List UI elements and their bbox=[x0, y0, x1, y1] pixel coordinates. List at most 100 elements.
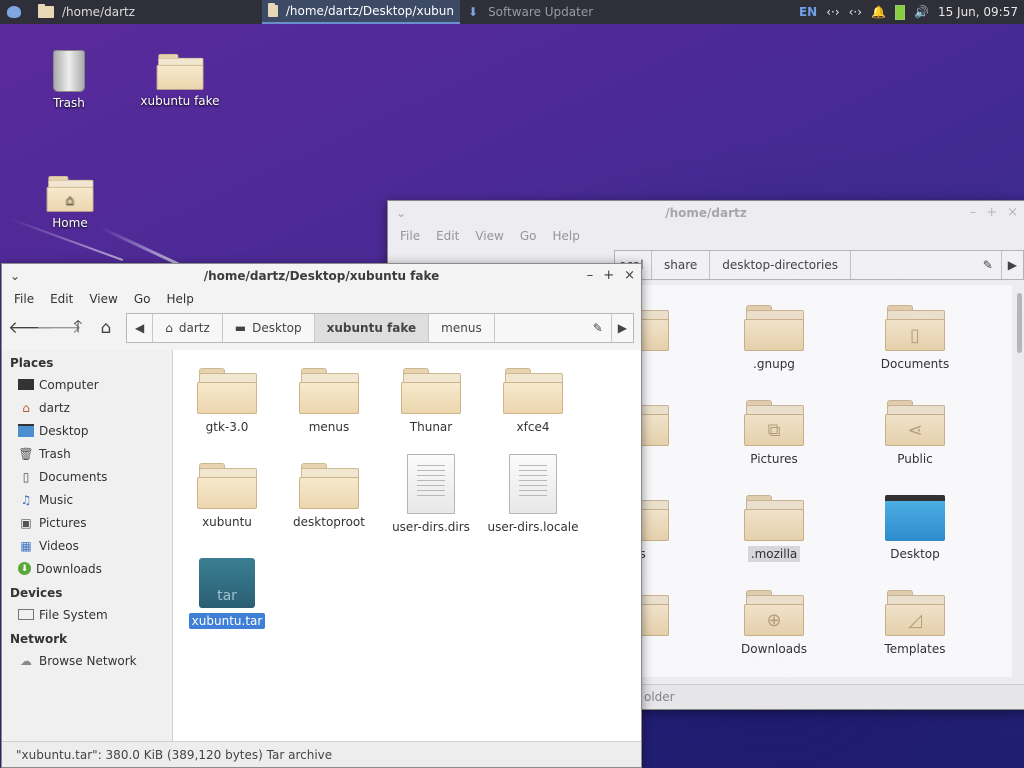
menu-file[interactable]: File bbox=[6, 292, 42, 306]
scrollbar[interactable] bbox=[1017, 293, 1022, 353]
sidebar-header-places: Places bbox=[10, 356, 54, 370]
file-item-gnupg[interactable]: .gnupg bbox=[723, 305, 825, 371]
edit-path-icon[interactable]: ✎ bbox=[585, 314, 612, 342]
minimize-button[interactable]: – bbox=[587, 268, 594, 283]
path-bar: ocal share desktop-directories ✎ ▶ bbox=[614, 250, 1024, 280]
menu-file[interactable]: File bbox=[392, 229, 428, 243]
maximize-button[interactable]: + bbox=[986, 205, 997, 220]
text-file-icon bbox=[380, 454, 482, 514]
path-back-icon[interactable]: ◀ bbox=[127, 314, 154, 342]
path-segment[interactable]: share bbox=[652, 251, 711, 279]
path-segment-xubuntu-fake[interactable]: xubuntu fake bbox=[314, 314, 430, 342]
desktop-icon-home[interactable]: ⌂ Home bbox=[25, 176, 115, 230]
file-item-user-dirs-dirs[interactable]: user-dirs.dirs bbox=[380, 454, 482, 534]
menu-view[interactable]: View bbox=[81, 292, 125, 306]
home-icon: ⌂ bbox=[22, 400, 30, 415]
monitor-icon bbox=[18, 379, 34, 390]
file-item-menus[interactable]: menus bbox=[278, 368, 380, 434]
sidebar-item-music[interactable]: ♫ Music bbox=[2, 488, 172, 511]
path-segment-desktop[interactable]: ▬ Desktop bbox=[223, 314, 315, 342]
network-icon[interactable]: ‹·› bbox=[826, 5, 839, 19]
videos-icon: ▦ bbox=[20, 538, 32, 553]
path-forward-icon[interactable]: ▶ bbox=[1002, 251, 1023, 279]
sidebar-item-dartz[interactable]: ⌂ dartz bbox=[2, 396, 172, 419]
task-xubuntu-fake[interactable]: /home/dartz/Desktop/xubun bbox=[262, 0, 460, 24]
file-item-downloads[interactable]: ⊕ Downloads bbox=[723, 590, 825, 656]
sidebar-item-videos[interactable]: ▦ Videos bbox=[2, 534, 172, 557]
maximize-button[interactable]: + bbox=[603, 268, 614, 283]
folder-icon bbox=[268, 3, 278, 17]
file-item-templates[interactable]: ◿ Templates bbox=[864, 590, 966, 656]
battery-icon[interactable] bbox=[895, 4, 905, 20]
sidebar-item-documents[interactable]: ▯ Documents bbox=[2, 465, 172, 488]
downloads-icon: ⬇ bbox=[18, 562, 31, 575]
sidebar: Places Computer ⌂ dartz Desktop 🗑 Trash ▯ D… bbox=[2, 350, 173, 742]
file-item-documents[interactable]: ▯ Documents bbox=[864, 305, 966, 371]
file-item-pictures[interactable]: ⧉ Pictures bbox=[723, 400, 825, 466]
clock[interactable]: 15 Jun, 09:57 bbox=[938, 5, 1018, 19]
task-home-dartz[interactable]: /home/dartz bbox=[28, 0, 228, 24]
menu-bar: File Edit View Go Help bbox=[388, 225, 1024, 247]
menu-edit[interactable]: Edit bbox=[428, 229, 467, 243]
home-icon[interactable]: ⌂ bbox=[92, 318, 120, 338]
file-item-thunar[interactable]: Thunar bbox=[380, 368, 482, 434]
file-item-xubuntu[interactable]: xubuntu bbox=[176, 463, 278, 529]
file-item-xfce4[interactable]: xfce4 bbox=[482, 368, 584, 434]
desktop-folder-icon bbox=[864, 495, 966, 541]
keyboard-layout[interactable]: EN bbox=[799, 5, 817, 19]
desktop-icon-xubuntu-fake[interactable]: xubuntu fake bbox=[135, 54, 225, 108]
whisker-menu-button[interactable] bbox=[0, 0, 28, 24]
file-item-gtk-3-0[interactable]: gtk-3.0 bbox=[176, 368, 278, 434]
path-segment-menus[interactable]: menus bbox=[429, 314, 495, 342]
edit-path-icon[interactable]: ✎ bbox=[975, 251, 1002, 279]
path-segment-dartz[interactable]: ⌂ dartz bbox=[153, 314, 223, 342]
menu-help[interactable]: Help bbox=[158, 292, 201, 306]
tar-archive-icon: tar bbox=[176, 558, 278, 608]
volume-icon[interactable]: 🔊 bbox=[914, 5, 929, 19]
menu-go[interactable]: Go bbox=[126, 292, 159, 306]
file-item-user-dirs-locale[interactable]: user-dirs.locale bbox=[482, 454, 584, 534]
network-icon[interactable]: ‹·› bbox=[849, 5, 862, 19]
notification-bell-icon[interactable]: 🔔 bbox=[871, 5, 886, 19]
sidebar-item-desktop[interactable]: Desktop bbox=[2, 419, 172, 442]
sidebar-item-browse-network[interactable]: ☁ Browse Network bbox=[2, 649, 172, 672]
top-panel: /home/dartz /home/dartz/Desktop/xubun ⬇ … bbox=[0, 0, 1024, 24]
close-button[interactable]: × bbox=[624, 268, 635, 283]
path-forward-icon[interactable]: ▶ bbox=[612, 314, 633, 342]
forward-arrow-icon[interactable]: 🡒 bbox=[36, 318, 82, 338]
window-menu-icon[interactable]: ⌄ bbox=[396, 206, 406, 220]
file-item-desktop[interactable]: Desktop bbox=[864, 495, 966, 561]
menu-bar: File Edit View Go Help bbox=[2, 288, 641, 310]
desktop-icon-trash[interactable]: Trash bbox=[24, 50, 114, 110]
file-item-public[interactable]: ⋖ Public bbox=[864, 400, 966, 466]
menu-view[interactable]: View bbox=[467, 229, 511, 243]
desktop-icon bbox=[18, 424, 34, 437]
file-item-desktoproot[interactable]: desktoproot bbox=[278, 463, 380, 529]
document-icon: ▯ bbox=[22, 469, 30, 484]
back-arrow-icon[interactable]: 🡐 bbox=[8, 318, 54, 338]
window-titlebar[interactable]: ⌄ /home/dartz – + × bbox=[388, 201, 1024, 225]
up-arrow-icon[interactable]: 🡑 bbox=[64, 314, 92, 343]
task-software-updater[interactable]: ⬇ Software Updater bbox=[460, 0, 660, 24]
sidebar-item-file-system[interactable]: File System bbox=[2, 603, 172, 626]
file-item-mozilla[interactable]: .mozilla bbox=[723, 495, 825, 562]
file-item-xubuntu-tar[interactable]: tar xubuntu.tar bbox=[176, 558, 278, 629]
close-button[interactable]: × bbox=[1007, 205, 1018, 220]
sidebar-item-trash[interactable]: 🗑 Trash bbox=[2, 442, 172, 465]
minimize-button[interactable]: – bbox=[970, 205, 977, 220]
sidebar-item-downloads[interactable]: ⬇ Downloads bbox=[2, 557, 172, 580]
folder-icon bbox=[299, 368, 359, 414]
folder-icon bbox=[401, 368, 461, 414]
menu-help[interactable]: Help bbox=[544, 229, 587, 243]
window-titlebar[interactable]: ⌄ /home/dartz/Desktop/xubuntu fake – + × bbox=[2, 264, 641, 288]
sidebar-item-pictures[interactable]: ▣ Pictures bbox=[2, 511, 172, 534]
network-icon: ☁ bbox=[20, 653, 32, 668]
window-menu-icon[interactable]: ⌄ bbox=[10, 269, 20, 283]
sidebar-item-computer[interactable]: Computer bbox=[2, 373, 172, 396]
menu-edit[interactable]: Edit bbox=[42, 292, 81, 306]
documents-folder-icon: ▯ bbox=[885, 305, 945, 351]
path-segment[interactable]: desktop-directories bbox=[710, 251, 852, 279]
folder-icon bbox=[156, 54, 204, 90]
menu-go[interactable]: Go bbox=[512, 229, 545, 243]
